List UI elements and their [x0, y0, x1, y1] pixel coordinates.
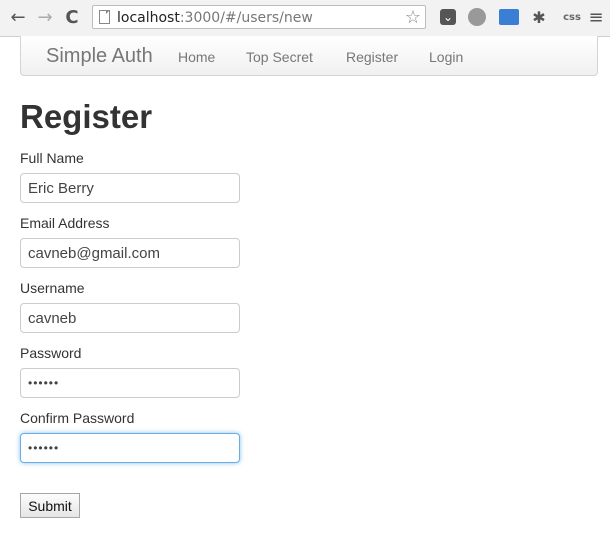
email-input[interactable] [20, 238, 240, 268]
app-navbar: Simple Auth Home Top Secret Register Log… [20, 36, 598, 76]
nav-link-top-secret[interactable]: Top Secret [246, 49, 313, 65]
address-bar[interactable]: localhost:3000/#/users/new ☆ [92, 5, 426, 29]
bookmark-star-icon[interactable]: ☆ [405, 7, 421, 28]
page-title: Register [20, 98, 153, 135]
gear-icon[interactable]: ✱ [529, 7, 549, 27]
image-extension-icon[interactable] [499, 9, 519, 25]
page-icon [99, 10, 110, 24]
url-text: localhost:3000/#/users/new [117, 10, 313, 26]
nav-link-home[interactable]: Home [178, 49, 215, 65]
nav-link-login[interactable]: Login [429, 49, 463, 65]
full-name-input[interactable] [20, 173, 240, 203]
full-name-label: Full Name [20, 150, 84, 166]
password-label: Password [20, 345, 82, 361]
forward-arrow-icon[interactable]: → [34, 6, 56, 28]
username-label: Username [20, 280, 85, 296]
nav-link-register[interactable]: Register [346, 49, 398, 65]
username-input[interactable] [20, 303, 240, 333]
extension-circle-icon[interactable] [468, 8, 486, 26]
back-arrow-icon[interactable]: ← [7, 6, 29, 28]
password-input[interactable] [20, 368, 240, 398]
css-extension-icon[interactable]: css [559, 7, 585, 27]
pocket-icon[interactable] [440, 9, 456, 25]
confirm-password-input[interactable] [20, 433, 240, 463]
url-host: localhost [117, 10, 180, 26]
browser-toolbar: ← → C localhost:3000/#/users/new ☆ ✱ css… [0, 0, 610, 37]
menu-icon[interactable]: ≡ [586, 7, 606, 28]
url-path: :3000/#/users/new [179, 10, 313, 26]
brand-link[interactable]: Simple Auth [46, 45, 153, 68]
confirm-password-label: Confirm Password [20, 410, 135, 426]
reload-icon[interactable]: C [61, 6, 83, 28]
submit-button[interactable]: Submit [20, 493, 80, 518]
email-label: Email Address [20, 215, 110, 231]
